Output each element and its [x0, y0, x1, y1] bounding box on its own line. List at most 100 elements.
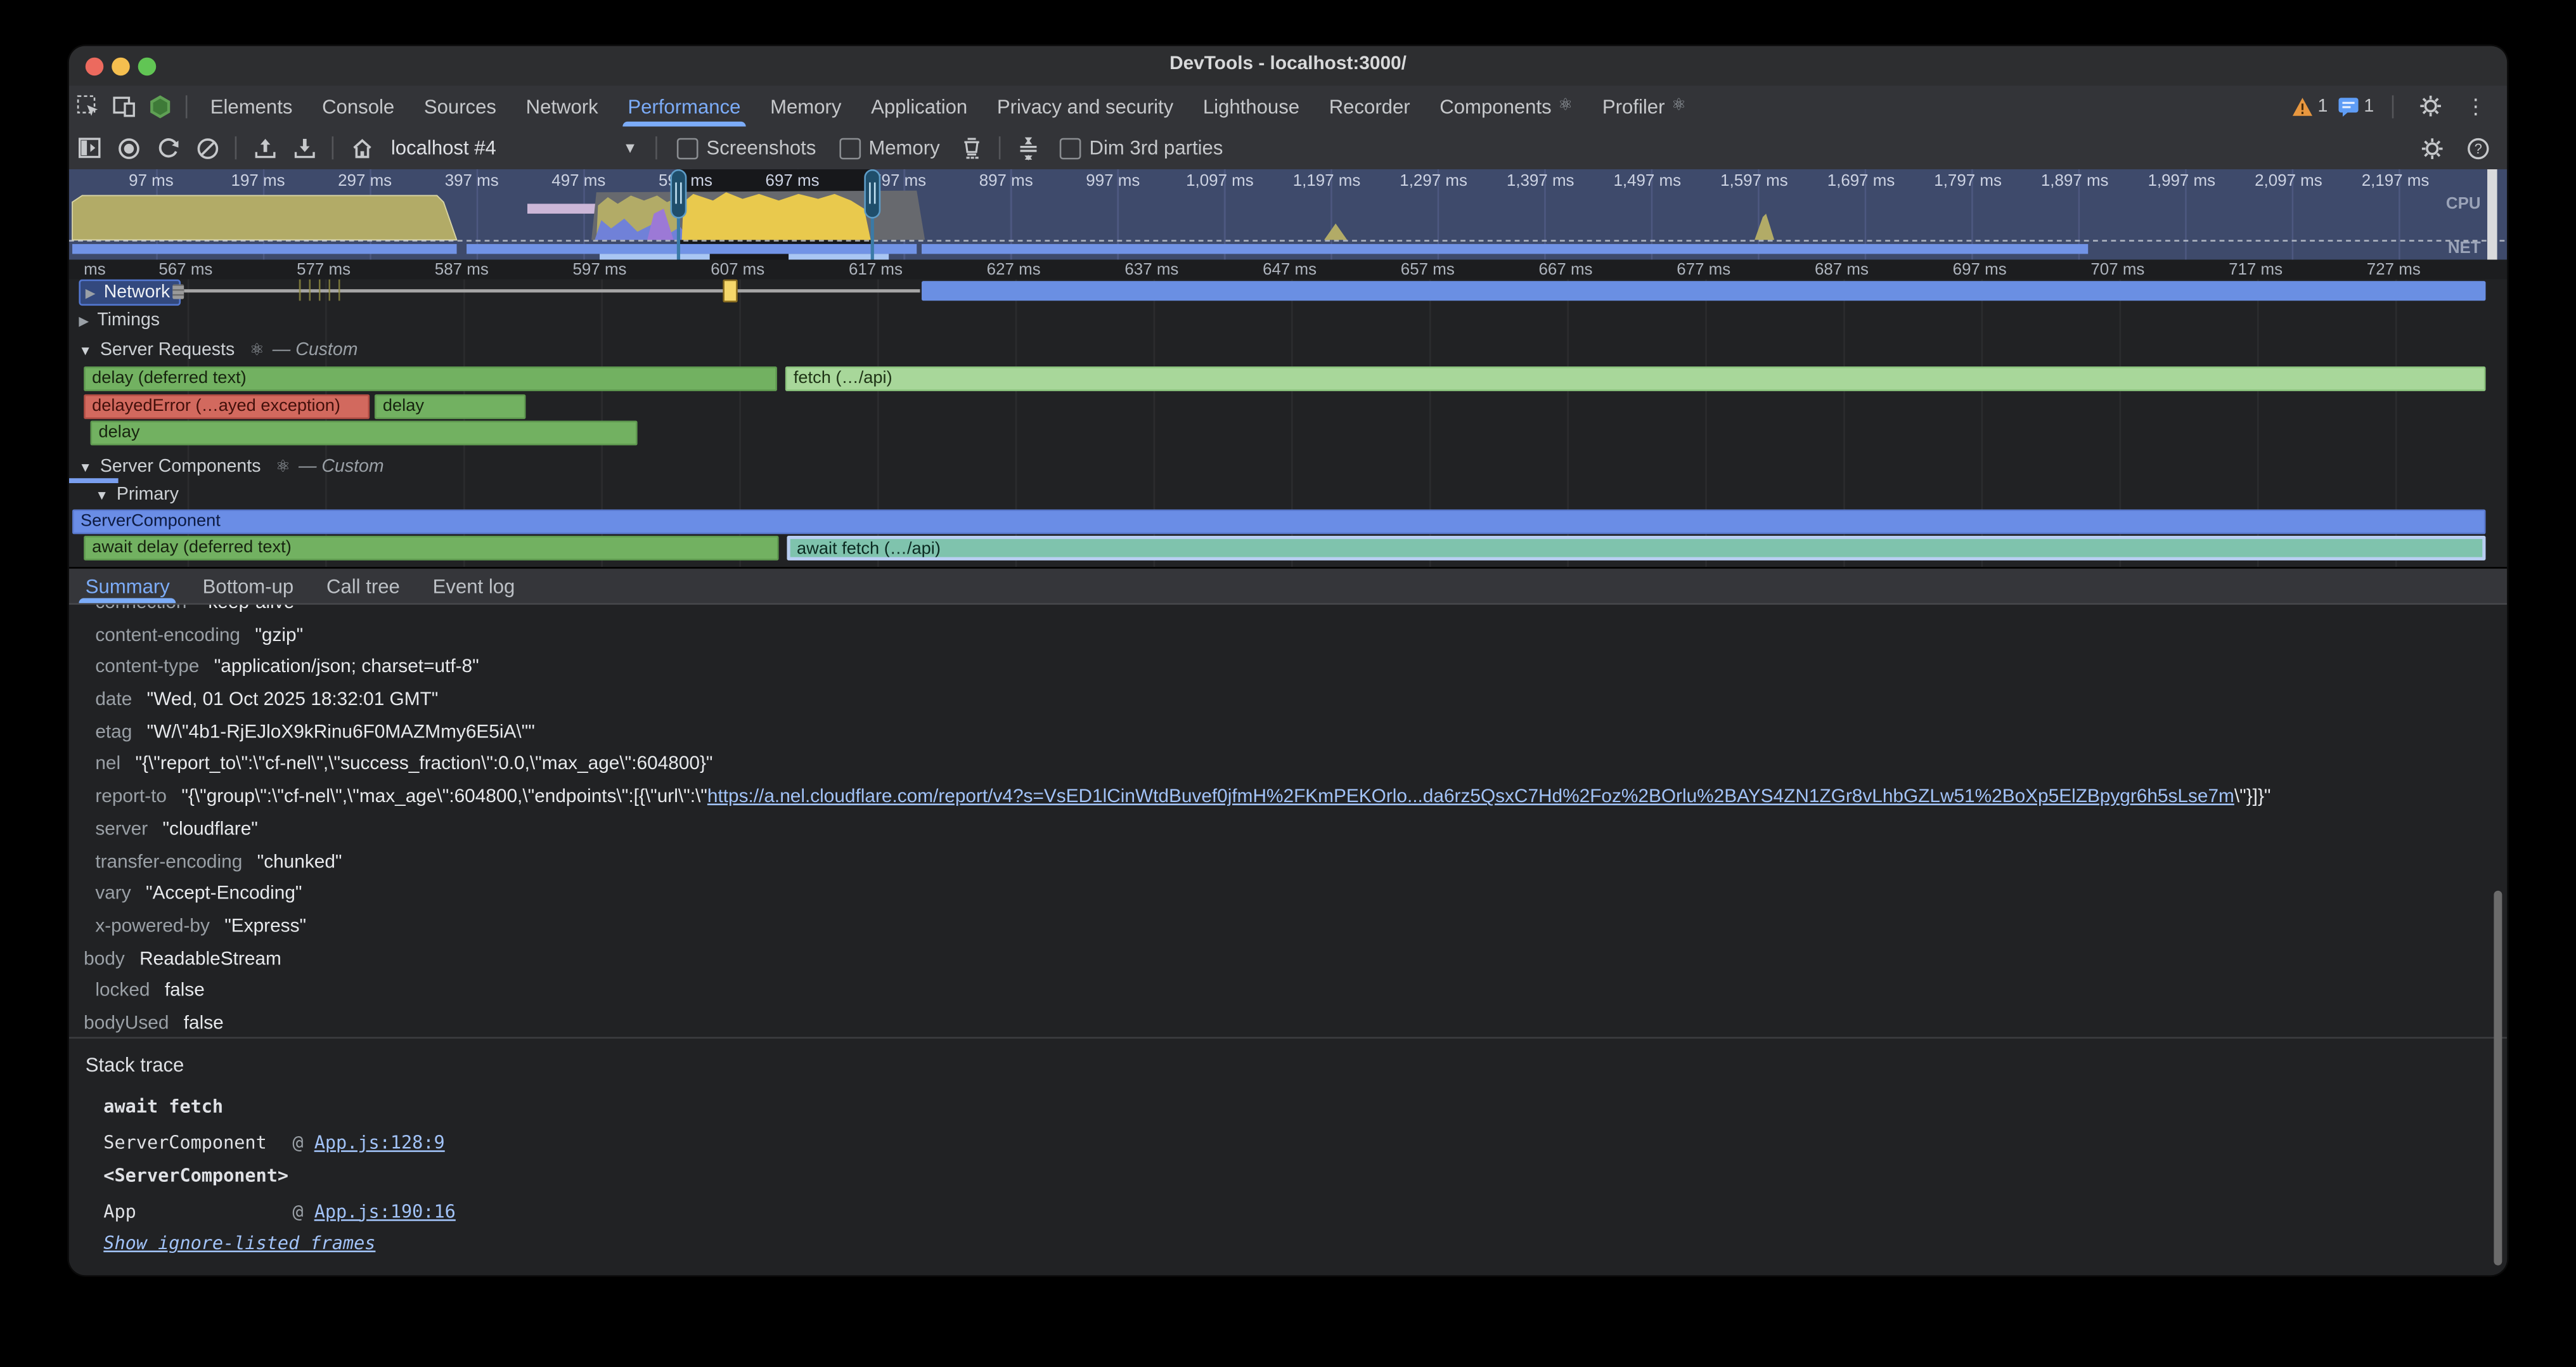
screenshots-checkbox[interactable]: Screenshots — [677, 136, 816, 159]
cpu-activity-shape — [72, 195, 456, 240]
property-key: date — [95, 690, 132, 710]
toggle-sidebar-icon[interactable] — [69, 131, 108, 164]
issue-count: 1 — [2364, 96, 2374, 116]
details-scrollbar-thumb[interactable] — [2494, 891, 2502, 1266]
tab-profiler[interactable]: Profiler ⚛ — [1588, 86, 1701, 127]
track-header-server-components[interactable]: ▼ Server Components ⚛ — Custom — [79, 457, 383, 477]
property-value: "Wed, 01 Oct 2025 18:32:01 GMT" — [147, 690, 439, 710]
flame-bar-fetch-api[interactable]: fetch (…/api) — [785, 366, 2486, 391]
inspect-element-icon[interactable] — [69, 91, 105, 121]
overview-time-label: 1,497 ms — [1613, 172, 1681, 191]
timeline-overview[interactable]: 97 ms197 ms297 ms397 ms497 ms597 ms697 m… — [69, 169, 2507, 260]
network-track-line — [184, 289, 920, 292]
settings-gear-icon[interactable] — [2412, 91, 2448, 121]
tab-privacy-and-security[interactable]: Privacy and security — [982, 86, 1188, 127]
tab-console[interactable]: Console — [307, 86, 409, 127]
react-badge-icon: ⚛ — [1558, 97, 1573, 115]
memory-checkbox[interactable]: Memory — [839, 136, 940, 159]
load-profile-icon[interactable] — [245, 131, 284, 164]
overview-time-label: 1,397 ms — [1507, 172, 1575, 191]
network-request-bar[interactable] — [922, 281, 2485, 301]
overview-time-label: 1,997 ms — [2148, 172, 2215, 191]
help-icon[interactable]: ? — [2457, 131, 2497, 164]
collapse-tracks-icon[interactable] — [1009, 131, 1048, 164]
tab-memory[interactable]: Memory — [756, 86, 856, 127]
property-row-transfer-encoding: transfer-encoding"chunked" — [69, 847, 2484, 879]
report-url-link[interactable]: https://a.nel.cloudflare.com/report/v4?s… — [707, 787, 2234, 807]
property-row-x-powered-by: x-powered-by"Express" — [69, 912, 2484, 944]
tab-label: Profiler — [1602, 94, 1665, 117]
stack-trace-list: await fetchServerComponent@ App.js:128:9… — [103, 1094, 456, 1263]
react-badge-icon: ⚛ — [250, 341, 264, 360]
property-value: "keep-alive" — [202, 605, 301, 613]
issues-badge[interactable]: 1 — [2338, 96, 2374, 116]
clear-icon[interactable] — [187, 131, 226, 164]
tab-components[interactable]: Components⚛ — [1425, 86, 1588, 127]
frame-function-name: ServerComponent — [103, 1131, 292, 1155]
property-value: "application/json; charset=utf-8" — [214, 658, 479, 678]
tab-network[interactable]: Network — [511, 86, 613, 127]
warnings-badge[interactable]: 1 — [2291, 96, 2328, 116]
cpu-spike-1 — [1324, 223, 1347, 240]
tab-sources[interactable]: Sources — [409, 86, 512, 127]
device-toolbar-icon[interactable] — [105, 91, 141, 121]
track-header-timings[interactable]: ▶ Timings — [79, 311, 160, 330]
flame-bar-servercomponent[interactable]: ServerComponent — [72, 509, 2485, 534]
details-tab-call-tree[interactable]: Call tree — [310, 569, 416, 603]
property-key: content-type — [95, 658, 199, 678]
property-row-etag: etag"W/\"4b1-RjEJloX9kRinu6F0MAZMmy6E5iA… — [69, 718, 2484, 750]
capture-settings-gear-icon[interactable] — [2412, 131, 2451, 164]
ruler-time-label: 707 ms — [2090, 261, 2144, 280]
server-components-title: Server Components — [100, 457, 261, 477]
timeline-ruler: ms 567 ms577 ms587 ms597 ms607 ms617 ms6… — [69, 260, 2507, 282]
flame-bar-delayederror-ayed-exception[interactable]: delayedError (…ayed exception) — [84, 394, 370, 419]
details-tab-summary[interactable]: Summary — [69, 569, 186, 603]
flame-bar-await-fetch-api[interactable]: await fetch (…/api) — [787, 536, 2485, 560]
react-badge-icon: ⚛ — [1671, 97, 1686, 115]
tab-performance[interactable]: Performance — [613, 86, 756, 127]
property-row-date: date "Wed, 01 Oct 2025 18:32:01 GMT" — [69, 685, 2484, 718]
tab-application[interactable]: Application — [856, 86, 982, 127]
separator — [332, 136, 334, 159]
flame-bar-delay[interactable]: delay — [375, 394, 525, 419]
collapsed-triangle-icon: ▶ — [86, 285, 96, 300]
reload-and-record-icon[interactable] — [148, 131, 187, 164]
more-options-kebab-icon[interactable]: ⋮ — [2457, 91, 2494, 121]
separator — [2392, 94, 2394, 117]
property-value: "W/\"4b1-RjEJloX9kRinu6F0MAZMmy6E5iA\"" — [147, 723, 535, 742]
source-location-link[interactable]: App.js:128:9 — [314, 1132, 445, 1154]
tab-lighthouse[interactable]: Lighthouse — [1188, 86, 1315, 127]
save-profile-icon[interactable] — [284, 131, 323, 164]
details-tab-bottom-up[interactable]: Bottom-up — [186, 569, 310, 603]
record-icon[interactable] — [108, 131, 148, 164]
property-key: body — [84, 949, 125, 969]
property-value: "gzip" — [255, 626, 303, 645]
home-icon[interactable] — [342, 131, 381, 164]
details-tab-event-log[interactable]: Event log — [416, 569, 532, 603]
tab-recorder[interactable]: Recorder — [1314, 86, 1425, 127]
track-header-primary[interactable]: ▼ Primary — [95, 485, 179, 505]
selection-right-handle[interactable] — [864, 169, 880, 219]
stack-row-show-ignore-listed-frames[interactable]: Show ignore-listed frames — [103, 1231, 456, 1263]
nodejs-icon[interactable] — [141, 91, 177, 121]
track-resize-grip[interactable] — [172, 284, 184, 299]
overview-time-label: 2,097 ms — [2255, 172, 2322, 191]
network-request-marker[interactable] — [723, 280, 737, 302]
property-value: "{\"group\":\"cf-nel\",\"max_age\":60480… — [181, 787, 707, 807]
cpu-lane-label: CPU — [2446, 195, 2481, 214]
property-value: \"}]}" — [2234, 787, 2271, 807]
tab-elements[interactable]: Elements — [195, 86, 307, 127]
dim-third-parties-checkbox[interactable]: Dim 3rd parties — [1060, 136, 1223, 159]
source-location-link[interactable]: App.js:190:16 — [314, 1200, 456, 1222]
property-key: report-to — [95, 787, 167, 807]
flame-bar-delay-deferred-text[interactable]: delay (deferred text) — [84, 366, 777, 391]
history-dropdown[interactable]: localhost #4 ▼ — [381, 136, 647, 159]
garbage-collect-icon[interactable] — [951, 131, 991, 164]
flame-bar-await-delay-deferred-text[interactable]: await delay (deferred text) — [84, 536, 778, 560]
selection-left-handle[interactable] — [670, 169, 686, 219]
track-header-server-requests[interactable]: ▼ Server Requests ⚛ — Custom — [79, 340, 357, 360]
overview-scroll-gutter[interactable] — [2487, 169, 2497, 260]
flame-bar-delay[interactable]: delay — [91, 421, 638, 446]
track-header-network[interactable]: ▶ Network — [79, 280, 179, 306]
show-ignore-listed-frames-link[interactable]: Show ignore-listed frames — [103, 1233, 375, 1254]
